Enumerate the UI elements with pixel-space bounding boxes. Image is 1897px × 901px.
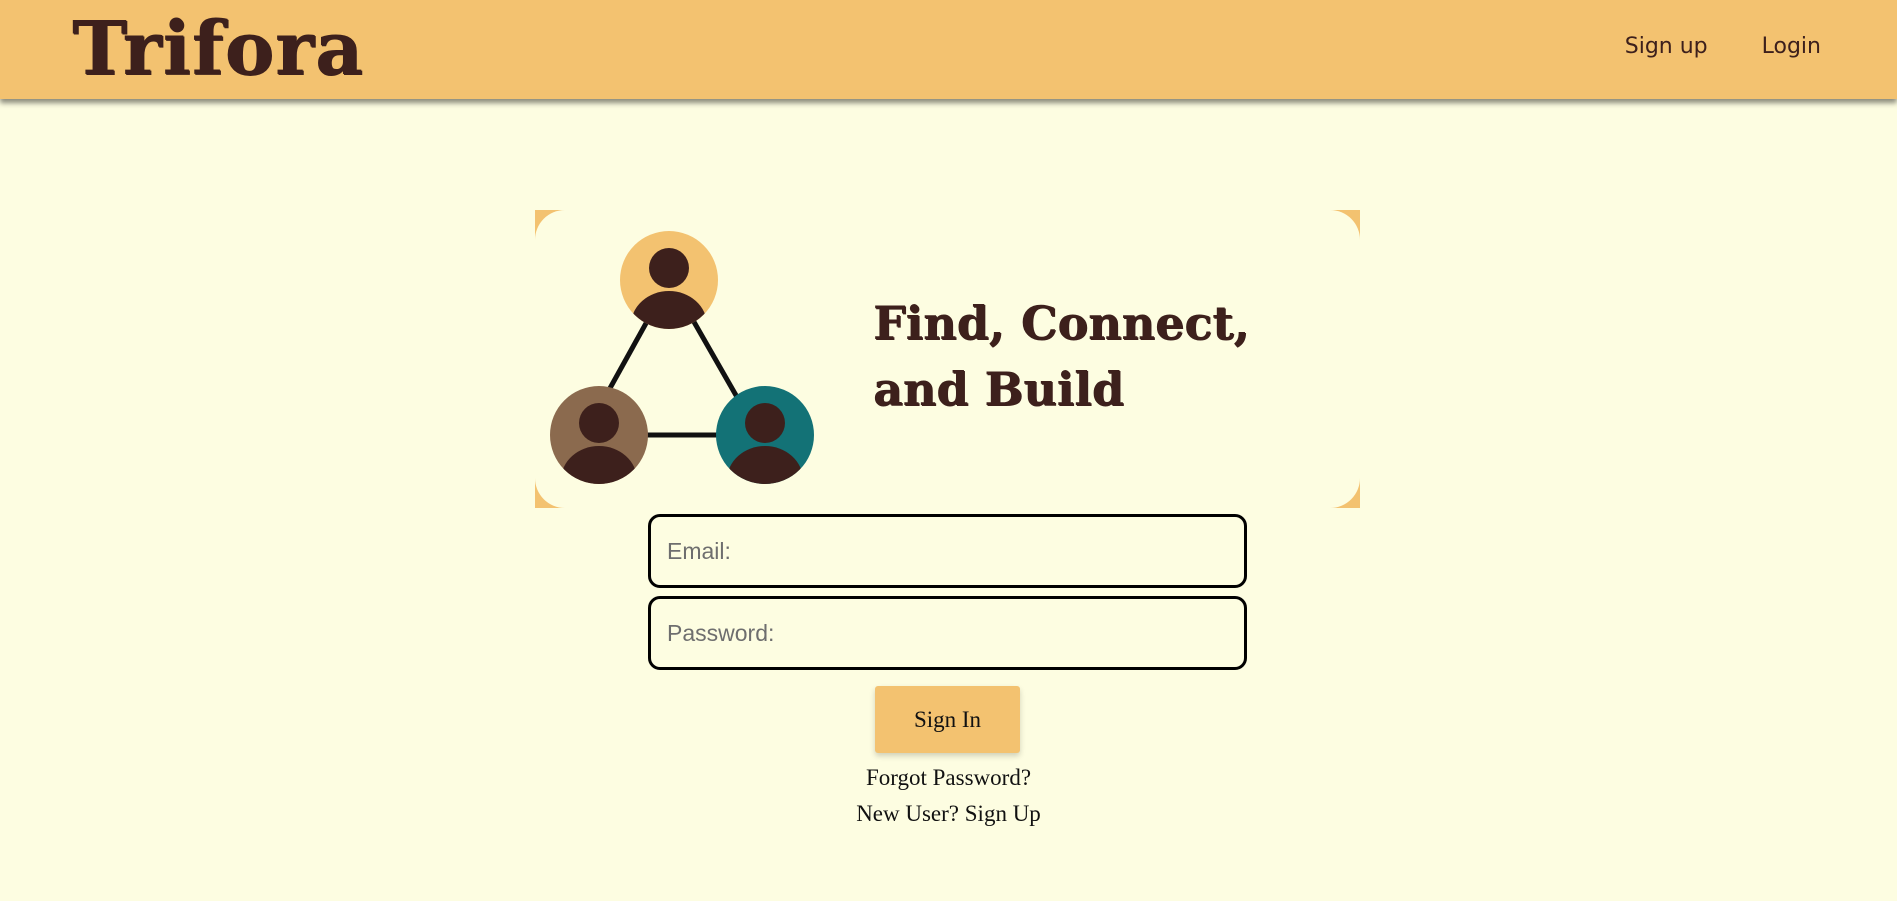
sign-up-link[interactable]: Sign Up: [965, 801, 1041, 826]
user-avatar-icon: [716, 386, 814, 484]
nav-signup-link[interactable]: Sign up: [1625, 34, 1708, 59]
hero-card: Find, Connect, and Build: [535, 210, 1360, 508]
forgot-password-row: Forgot Password?: [0, 765, 1897, 791]
top-navbar: Trifora Sign up Login: [0, 0, 1897, 99]
new-user-label: New User?: [856, 801, 960, 826]
nav-links: Sign up Login: [1625, 34, 1821, 59]
hero-banner: Find, Connect, and Build: [535, 210, 1360, 508]
email-field[interactable]: [648, 514, 1247, 588]
forgot-password-link[interactable]: Forgot Password?: [866, 765, 1031, 790]
network-illustration: [550, 231, 814, 484]
new-user-row: New User? Sign Up: [0, 801, 1897, 827]
password-field[interactable]: [648, 596, 1247, 670]
sign-in-button[interactable]: Sign In: [875, 686, 1020, 753]
brand-logo[interactable]: Trifora: [72, 4, 364, 94]
nav-login-link[interactable]: Login: [1762, 34, 1821, 59]
user-avatar-icon: [550, 386, 648, 484]
hero-title: Find, Connect, and Build: [873, 296, 1250, 416]
